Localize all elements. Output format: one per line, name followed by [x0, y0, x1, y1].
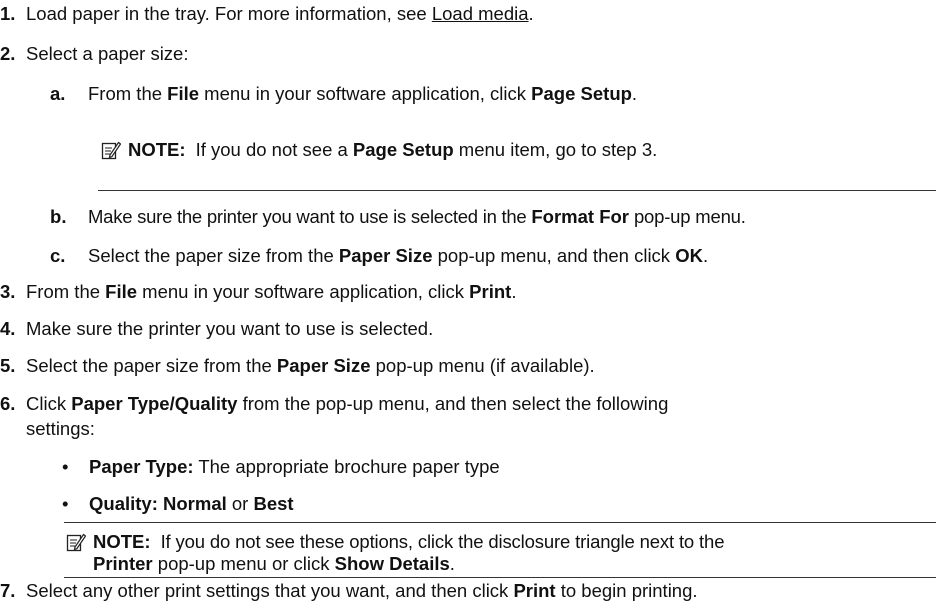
bold-term: Print	[513, 580, 556, 601]
step-number: 1.	[0, 3, 16, 24]
bold-term: Paper Size	[338, 245, 433, 266]
bold-term: Format For	[531, 206, 629, 227]
step-text: Click Paper Type/Quality from the pop-up…	[26, 393, 668, 415]
note-divider-top	[64, 522, 936, 523]
substep-letter-dot: .	[61, 206, 67, 227]
text-part: Select any other print settings that you…	[26, 580, 514, 601]
text-part: menu in your software application, click	[199, 83, 532, 104]
step-text: settings:	[26, 418, 95, 439]
step-text: From the File menu in your software appl…	[88, 83, 637, 105]
text-part: .	[702, 245, 709, 266]
text-part: Select the paper size from the	[26, 355, 277, 376]
bold-term: Print	[469, 281, 512, 302]
text-part: Click	[26, 393, 72, 414]
text-part: menu item, go to step 3.	[453, 139, 658, 160]
text-part: from the pop-up menu, and then select th…	[237, 393, 669, 414]
text-part: The appropriate brochure paper type	[193, 456, 500, 477]
note-text-line-1: NOTE: If you do not see these options, cl…	[93, 531, 724, 553]
step-text: From the File menu in your software appl…	[26, 281, 516, 303]
substep-letter-dot: .	[60, 245, 66, 266]
text-part: or	[226, 493, 254, 514]
step-number: 7.	[0, 580, 16, 601]
text-part: pop-up menu or click	[152, 553, 335, 574]
note-pencil-icon	[101, 141, 121, 160]
text-part: pop-up menu (if available).	[370, 355, 595, 376]
text-part: pop-up menu, and then click	[432, 245, 676, 266]
substep-letter-dot: .	[60, 83, 66, 104]
note-pencil-icon	[66, 533, 86, 552]
bold-term: Show Details	[334, 553, 450, 574]
note-divider-bottom	[64, 577, 936, 578]
substep-letter: c.	[50, 245, 65, 267]
substep-letter-char: a	[50, 83, 61, 104]
text-part: From the	[26, 281, 106, 302]
text-part: to begin printing.	[555, 580, 698, 601]
bold-term: Page Setup	[531, 83, 632, 104]
step-text: Make sure the printer you want to use is…	[88, 206, 746, 228]
text-part: menu in your software application, click	[137, 281, 470, 302]
step-text: Select any other print settings that you…	[26, 580, 698, 602]
note-label: NOTE:	[128, 139, 186, 160]
bullet-text: Quality: Normal or Best	[89, 493, 294, 515]
bullet-mark: •	[62, 456, 69, 477]
substep-letter-char: b	[50, 206, 62, 227]
bold-term: Page Setup	[352, 139, 454, 160]
text-part: Make sure the printer you want to use is…	[88, 206, 532, 227]
substep-letter-char: c	[50, 245, 61, 266]
bold-term: Paper Type:	[89, 456, 194, 477]
bold-term: File	[105, 281, 138, 302]
step-text-part: .	[528, 3, 534, 24]
bold-term: Printer	[93, 553, 153, 574]
note-divider	[98, 190, 936, 191]
note-label: NOTE:	[93, 531, 151, 552]
bold-term: File	[167, 83, 200, 104]
step-number: 3.	[0, 281, 16, 302]
step-number: 4.	[0, 318, 16, 339]
step-number: 2.	[0, 43, 16, 64]
step-text: Select the paper size from the Paper Siz…	[88, 245, 708, 267]
bold-term: Paper Size	[276, 355, 371, 376]
note-text-line-2: Printer pop-up menu or click Show Detail…	[93, 553, 455, 575]
step-text: Make sure the printer you want to use is…	[26, 318, 434, 339]
bullet-mark: •	[62, 493, 69, 514]
text-part: .	[449, 553, 455, 574]
step-text-part: Load paper in the tray. For more informa…	[26, 3, 432, 24]
step-number: 6.	[0, 393, 16, 414]
document-page: 1. Load paper in the tray. For more info…	[0, 0, 945, 605]
step-text: Load paper in the tray. For more informa…	[26, 3, 534, 25]
substep-letter: b.	[50, 206, 66, 228]
bold-term: OK	[675, 245, 703, 266]
substep-letter: a.	[50, 83, 65, 105]
load-media-link[interactable]: Load media	[432, 3, 529, 24]
text-part: .	[631, 83, 638, 104]
bold-term: Paper Type/Quality	[71, 393, 238, 414]
step-number: 5.	[0, 355, 16, 376]
text-part: From the	[88, 83, 168, 104]
step-text: Select a paper size:	[26, 43, 189, 64]
bullet-text: Paper Type: The appropriate brochure pap…	[89, 456, 500, 478]
text-part: If you do not see a	[195, 139, 353, 160]
note-text: NOTE: If you do not see a Page Setup menu…	[128, 139, 657, 161]
text-part: pop-up menu.	[629, 206, 746, 227]
text-part: .	[511, 281, 517, 302]
text-part: If you do not see these options, click t…	[160, 531, 725, 552]
bold-term: Best	[253, 493, 294, 514]
text-part: Select the paper size from the	[88, 245, 339, 266]
bold-term: Quality: Normal	[89, 493, 227, 514]
step-text: Select the paper size from the Paper Siz…	[26, 355, 595, 377]
